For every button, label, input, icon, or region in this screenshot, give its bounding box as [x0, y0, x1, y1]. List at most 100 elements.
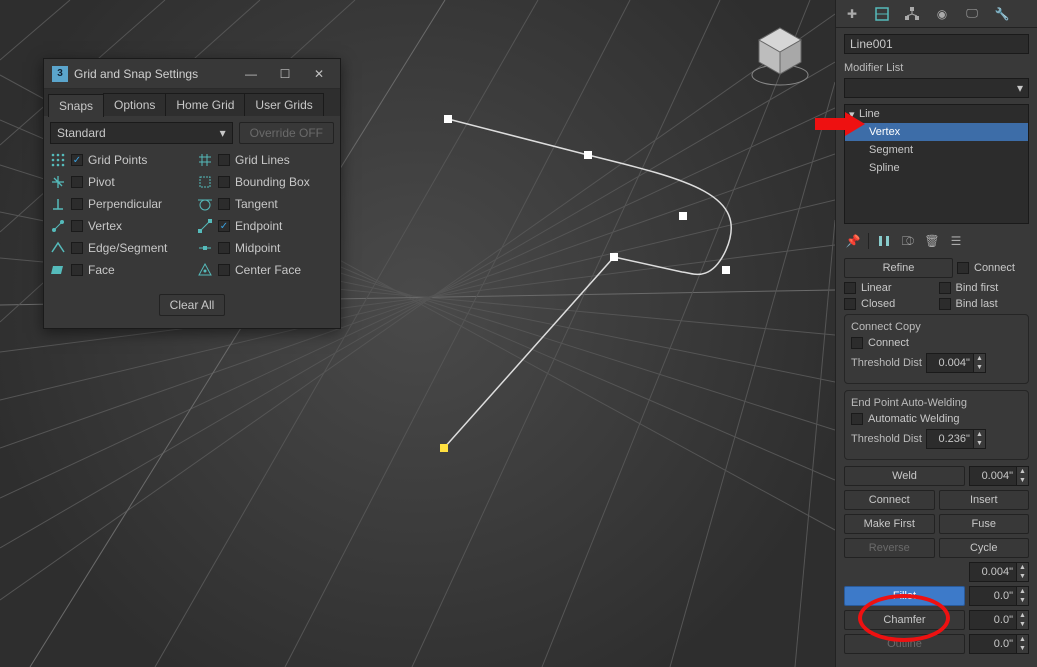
snap-option-perp[interactable]: Perpendicular	[50, 194, 187, 214]
utilities-tab-icon[interactable]: 🔧	[992, 4, 1012, 24]
close-button[interactable]: ✕	[302, 61, 336, 87]
connect-checkbox[interactable]	[957, 262, 969, 274]
snap-option-endpoint[interactable]: Endpoint	[197, 216, 334, 236]
snap-type-value: Standard	[57, 126, 106, 140]
modifier-stack[interactable]: ▾Line Vertex Segment Spline	[844, 104, 1029, 224]
maximize-button[interactable]: ☐	[268, 61, 302, 87]
insert-button[interactable]: Insert	[939, 490, 1030, 510]
snap-option-midpoint[interactable]: Midpoint	[197, 238, 334, 258]
refine-button[interactable]: Refine	[844, 258, 953, 278]
snap-option-centerface[interactable]: Center Face	[197, 260, 334, 280]
makefirst-button[interactable]: Make First	[844, 514, 935, 534]
snap-label: Tangent	[235, 197, 278, 211]
tab-home-grid[interactable]: Home Grid	[165, 93, 245, 116]
command-panel-tabs: ✚ ◉ 🖵 🔧	[836, 0, 1037, 28]
snap-midpoint-checkbox[interactable]	[218, 242, 230, 254]
snap-label: Endpoint	[235, 219, 282, 233]
snap-option-grid-lines[interactable]: Grid Lines	[197, 150, 334, 170]
chamfer-spinner[interactable]: 0.0"▲▼	[969, 610, 1029, 630]
autoweld-threshold-spinner[interactable]: 0.236"▲▼	[926, 429, 986, 449]
snap-label: Pivot	[88, 175, 115, 189]
fillet-button[interactable]: Fillet	[844, 586, 965, 606]
linear-checkbox[interactable]	[844, 282, 856, 294]
reverse-button[interactable]: Reverse	[844, 538, 935, 558]
stack-item-spline[interactable]: Spline	[845, 159, 1028, 177]
connectcopy-checkbox[interactable]	[851, 337, 863, 349]
bindfirst-checkbox[interactable]	[939, 282, 951, 294]
endpoint-icon	[197, 218, 213, 234]
remove-modifier-icon[interactable]: 🗑	[923, 232, 941, 250]
connect-copy-title: Connect Copy	[851, 321, 1022, 333]
snap-option-grid-points[interactable]: Grid Points	[50, 150, 187, 170]
snap-label: Grid Lines	[235, 153, 290, 167]
snap-option-vertex[interactable]: Vertex	[50, 216, 187, 236]
snap-grid-lines-checkbox[interactable]	[218, 154, 230, 166]
closed-checkbox[interactable]	[844, 298, 856, 310]
snap-option-edge[interactable]: Edge/Segment	[50, 238, 187, 258]
cycle-button[interactable]: Cycle	[939, 538, 1030, 558]
tab-user-grids[interactable]: User Grids	[244, 93, 323, 116]
snap-grid-points-checkbox[interactable]	[71, 154, 83, 166]
snap-option-pivot[interactable]: Pivot	[50, 172, 187, 192]
autoweld-checkbox[interactable]	[851, 413, 863, 425]
snap-edge-checkbox[interactable]	[71, 242, 83, 254]
snap-pivot-checkbox[interactable]	[71, 176, 83, 188]
chevron-down-icon: ▾	[220, 126, 226, 140]
snap-label: Face	[88, 263, 115, 277]
viewcube[interactable]	[745, 20, 815, 90]
minimize-button[interactable]: —	[234, 61, 268, 87]
connect-label: Connect	[974, 262, 1015, 274]
tab-snaps[interactable]: Snaps	[48, 94, 104, 117]
dialog-titlebar[interactable]: 3 Grid and Snap Settings — ☐ ✕	[44, 59, 340, 89]
snap-vertex-checkbox[interactable]	[71, 220, 83, 232]
hierarchy-tab-icon[interactable]	[902, 4, 922, 24]
configure-sets-icon[interactable]: ☰	[947, 232, 965, 250]
snap-label: Midpoint	[235, 241, 280, 255]
snap-perp-checkbox[interactable]	[71, 198, 83, 210]
modifier-list-label: Modifier List	[836, 60, 1037, 78]
motion-tab-icon[interactable]: ◉	[932, 4, 952, 24]
show-end-result-icon[interactable]	[875, 232, 893, 250]
modify-tab-icon[interactable]	[872, 4, 892, 24]
snap-label: Perpendicular	[88, 197, 162, 211]
snap-tangent-checkbox[interactable]	[218, 198, 230, 210]
tab-options[interactable]: Options	[103, 93, 166, 116]
tangent-icon	[197, 196, 213, 212]
snap-bbox-checkbox[interactable]	[218, 176, 230, 188]
display-tab-icon[interactable]: 🖵	[962, 4, 982, 24]
object-name-input[interactable]	[844, 34, 1029, 54]
connect-button[interactable]: Connect	[844, 490, 935, 510]
stack-item-vertex[interactable]: Vertex	[845, 123, 1028, 141]
chamfer-button[interactable]: Chamfer	[844, 610, 965, 630]
pin-stack-icon[interactable]: 📌	[844, 232, 862, 250]
snap-type-dropdown[interactable]: Standard ▾	[50, 122, 233, 144]
snap-option-bbox[interactable]: Bounding Box	[197, 172, 334, 192]
snap-endpoint-checkbox[interactable]	[218, 220, 230, 232]
clear-all-button[interactable]: Clear All	[159, 294, 226, 316]
weld-spinner[interactable]: 0.004"▲▼	[969, 466, 1029, 486]
command-panel: ✚ ◉ 🖵 🔧 Modifier List ▾ ▾Line Vertex Seg…	[835, 0, 1037, 667]
snap-face-checkbox[interactable]	[71, 264, 83, 276]
stack-item-line[interactable]: ▾Line	[845, 105, 1028, 123]
make-unique-icon[interactable]: ⎄	[899, 232, 917, 250]
snap-option-face[interactable]: Face	[50, 260, 187, 280]
outline-spinner[interactable]: 0.0"▲▼	[969, 634, 1029, 654]
centerface-icon	[197, 262, 213, 278]
snap-centerface-checkbox[interactable]	[218, 264, 230, 276]
modifier-list-dropdown[interactable]: ▾	[844, 78, 1029, 98]
weld-button[interactable]: Weld	[844, 466, 965, 486]
outline-button[interactable]: Outline	[844, 634, 965, 654]
fillet-spinner[interactable]: 0.0"▲▼	[969, 586, 1029, 606]
face-icon	[50, 262, 66, 278]
bbox-icon	[197, 174, 213, 190]
create-tab-icon[interactable]: ✚	[842, 4, 862, 24]
bindlast-checkbox[interactable]	[939, 298, 951, 310]
snap-option-tangent[interactable]: Tangent	[197, 194, 334, 214]
grid-lines-icon	[197, 152, 213, 168]
connectcopy-threshold-spinner[interactable]: 0.004"▲▼	[926, 353, 986, 373]
stack-item-segment[interactable]: Segment	[845, 141, 1028, 159]
snap-label: Edge/Segment	[88, 241, 167, 255]
fuse-button[interactable]: Fuse	[939, 514, 1030, 534]
offset-spinner[interactable]: 0.004"▲▼	[969, 562, 1029, 582]
override-button[interactable]: Override OFF	[239, 122, 334, 144]
